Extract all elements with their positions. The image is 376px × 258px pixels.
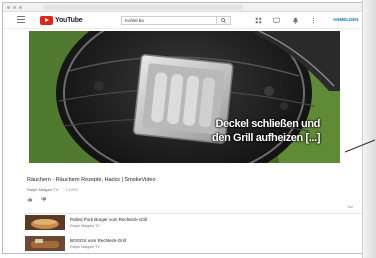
youtube-play-icon xyxy=(40,15,53,25)
subscriber-count: 13.890 xyxy=(65,187,78,192)
search-input[interactable]: Kohlel ba xyxy=(121,16,217,25)
related-meta: BOGGS vom Rechteck-Grill Ralph Malgavi T… xyxy=(70,236,126,252)
related-channel: Ralph Malgavi TV xyxy=(70,245,100,249)
related-video-item[interactable]: BOGGS vom Rechteck-Grill Ralph Malgavi T… xyxy=(25,236,325,252)
logo-text: YouTube xyxy=(55,16,83,24)
browser-control-icon[interactable] xyxy=(13,6,16,9)
view-count: 3rz xyxy=(347,204,353,209)
video-thumbnail xyxy=(25,215,65,230)
video-caption: Deckel schließen und den Grill aufheizen… xyxy=(212,117,320,145)
video-info: Räuchern - Räuchern Rezepte, Hacks | Smo… xyxy=(27,177,363,209)
related-title[interactable]: Pulled Pork Burger vom Rechteck-Grill xyxy=(70,217,147,222)
browser-screen: YouTube Kohlel ba ANMELDEN Deckel schlie… xyxy=(2,2,364,254)
divider xyxy=(25,213,363,214)
caption-line-1: Deckel schließen und xyxy=(215,118,321,130)
youtube-header: YouTube Kohlel ba ANMELDEN xyxy=(3,12,363,29)
search-icon xyxy=(221,18,226,23)
browser-control-icon[interactable] xyxy=(19,6,22,9)
like-icon[interactable] xyxy=(27,197,33,202)
dislike-icon[interactable] xyxy=(41,197,47,202)
action-row xyxy=(27,197,363,202)
youtube-logo[interactable]: YouTube xyxy=(40,15,83,25)
related-channel: Ralph Malgavi TV xyxy=(70,224,100,228)
pointer-line xyxy=(345,139,375,153)
search-button[interactable] xyxy=(217,16,231,25)
related-video-item[interactable]: Pulled Pork Burger vom Rechteck-Grill Ra… xyxy=(25,215,325,231)
device-bezel xyxy=(362,0,376,258)
messages-icon[interactable] xyxy=(273,17,280,24)
menu-icon[interactable] xyxy=(17,16,25,24)
browser-toolbar xyxy=(3,3,363,12)
bell-icon[interactable] xyxy=(292,17,299,24)
browser-control-icon[interactable] xyxy=(7,6,10,9)
apps-icon[interactable] xyxy=(255,17,262,24)
address-bar[interactable] xyxy=(43,5,243,10)
device-frame: YouTube Kohlel ba ANMELDEN Deckel schlie… xyxy=(0,0,376,258)
video-thumbnail xyxy=(25,236,65,251)
channel-name[interactable]: Ralph Malgavi TV xyxy=(27,187,59,192)
related-meta: Pulled Pork Burger vom Rechteck-Grill Ra… xyxy=(70,215,147,231)
caption-line-2: den Grill aufheizen [...] xyxy=(212,132,320,144)
signin-button[interactable]: ANMELDEN xyxy=(333,17,359,22)
related-title[interactable]: BOGGS vom Rechteck-Grill xyxy=(70,238,126,243)
video-title: Räuchern - Räuchern Rezepte, Hacks | Smo… xyxy=(27,177,156,183)
more-icon[interactable] xyxy=(310,17,317,24)
channel-row: Ralph Malgavi TV 13.890 xyxy=(27,187,363,192)
video-player[interactable]: Deckel schließen und den Grill aufheizen… xyxy=(29,31,340,163)
